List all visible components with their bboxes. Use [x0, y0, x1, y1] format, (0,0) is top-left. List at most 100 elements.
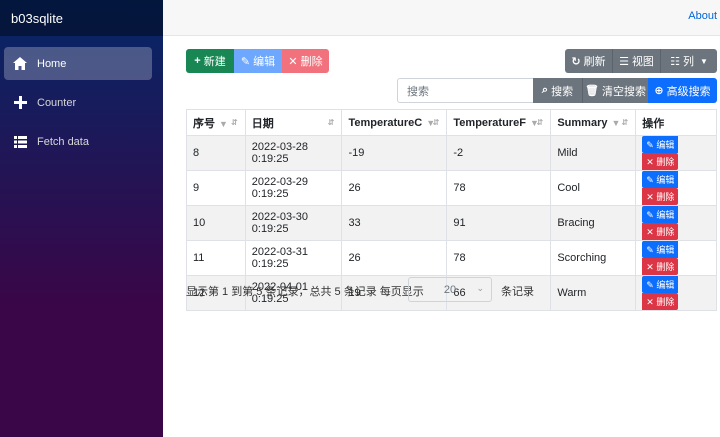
search-input[interactable]: 搜索 — [397, 78, 533, 103]
delete-button-label: 删除 — [301, 53, 323, 69]
refresh-button[interactable]: ↻刷新 — [565, 49, 613, 73]
row-edit-button[interactable]: ✎ 编辑 — [642, 241, 678, 258]
row-delete-button[interactable]: ✕ 删除 — [642, 258, 678, 275]
chevron-down-icon: ⌄ — [476, 283, 484, 294]
zoom-icon: ⊕ — [654, 84, 663, 97]
table-row[interactable]: 8 2022-03-28 0:19:25 -19 -2 Mild ✎ 编辑✕ 删… — [187, 136, 717, 171]
plus-icon — [13, 96, 27, 110]
row-delete-label: 删除 — [656, 297, 674, 307]
cell-date: 2022-03-29 0:19:25 — [245, 171, 342, 206]
sidebar: b03sqlite Home Counter Fetch data — [0, 0, 163, 437]
header-temperature-f[interactable]: TemperatureF▼⇵ — [447, 110, 551, 136]
page-size-select[interactable]: 20 ⌄ — [408, 277, 492, 302]
about-link[interactable]: About — [688, 10, 717, 22]
header-label: TemperatureF — [453, 117, 526, 129]
brand-title[interactable]: b03sqlite — [0, 0, 163, 36]
top-bar: About — [163, 0, 720, 36]
filter-icon[interactable]: ▼ — [611, 118, 620, 128]
cell-temperature-c: 26 — [342, 241, 447, 276]
menu-icon: ☰ — [619, 55, 629, 68]
row-edit-button[interactable]: ✎ 编辑 — [642, 136, 678, 153]
advanced-search-button-label: 高级搜索 — [667, 83, 711, 99]
home-icon — [13, 57, 27, 71]
close-icon: ✕ — [288, 55, 297, 68]
cell-summary: Scorching — [551, 241, 636, 276]
row-edit-label: 编辑 — [656, 210, 674, 220]
new-button-label: 新建 — [204, 53, 226, 69]
row-delete-label: 删除 — [656, 262, 674, 272]
row-edit-button[interactable]: ✎ 编辑 — [642, 206, 678, 223]
sidebar-item-counter[interactable]: Counter — [4, 86, 152, 119]
row-delete-button[interactable]: ✕ 删除 — [642, 293, 678, 310]
row-edit-label: 编辑 — [656, 175, 674, 185]
header-actions: 操作 — [636, 110, 717, 136]
table-row[interactable]: 11 2022-03-31 0:19:25 26 78 Scorching ✎ … — [187, 241, 717, 276]
cell-actions: ✎ 编辑✕ 删除 — [636, 206, 717, 241]
header-label: TemperatureC — [348, 117, 422, 129]
sort-icon[interactable]: ⇵ — [622, 118, 630, 127]
cell-summary: Cool — [551, 171, 636, 206]
cell-temperature-c: 33 — [342, 206, 447, 241]
cell-temperature-f: -2 — [447, 136, 551, 171]
columns-dropdown[interactable]: ☷列 ▼ — [661, 49, 717, 73]
view-button[interactable]: ☰视图 — [613, 49, 661, 73]
table-row[interactable]: 10 2022-03-30 0:19:25 33 91 Bracing ✎ 编辑… — [187, 206, 717, 241]
sort-icon[interactable]: ⇵ — [537, 118, 545, 127]
sort-icon[interactable]: ⇵ — [328, 118, 336, 127]
row-delete-button[interactable]: ✕ 删除 — [642, 223, 678, 240]
edit-button-label: 编辑 — [253, 53, 275, 69]
trash-icon: 🗑 — [585, 84, 599, 97]
row-edit-label: 编辑 — [656, 280, 674, 290]
row-delete-label: 删除 — [656, 192, 674, 202]
header-summary[interactable]: Summary ▼⇵ — [551, 110, 636, 136]
cell-temperature-f: 78 — [447, 171, 551, 206]
sidebar-item-fetch-data[interactable]: Fetch data — [4, 125, 152, 158]
edit-button[interactable]: ✎编辑 — [234, 49, 282, 73]
advanced-search-button[interactable]: ⊕ 高级搜索 — [648, 78, 717, 103]
row-delete-button[interactable]: ✕ 删除 — [642, 153, 678, 170]
cell-temperature-c: -19 — [342, 136, 447, 171]
columns-dropdown-label: 列 — [683, 53, 694, 69]
row-edit-label: 编辑 — [656, 245, 674, 255]
sort-icon[interactable]: ⇵ — [231, 118, 239, 127]
cell-actions: ✎ 编辑✕ 删除 — [636, 136, 717, 171]
header-label: 操作 — [642, 118, 664, 130]
cell-id: 10 — [187, 206, 246, 241]
pencil-icon: ✎ — [241, 55, 250, 68]
cell-id: 11 — [187, 241, 246, 276]
refresh-button-label: 刷新 — [584, 53, 606, 69]
header-id[interactable]: 序号▼⇵ — [187, 110, 246, 136]
view-button-label: 视图 — [632, 53, 654, 69]
clear-search-button[interactable]: 🗑清空搜索 — [583, 78, 648, 103]
search-button[interactable]: ⌕搜索 — [533, 78, 583, 103]
header-date[interactable]: 日期 ⇵ — [245, 110, 342, 136]
header-label: Summary — [557, 117, 607, 129]
cell-actions: ✎ 编辑✕ 删除 — [636, 276, 717, 311]
cell-date: 2022-03-31 0:19:25 — [245, 241, 342, 276]
row-edit-button[interactable]: ✎ 编辑 — [642, 171, 678, 188]
cell-id: 8 — [187, 136, 246, 171]
caret-down-icon: ▼ — [700, 57, 708, 66]
cell-actions: ✎ 编辑✕ 删除 — [636, 171, 717, 206]
row-delete-button[interactable]: ✕ 删除 — [642, 188, 678, 205]
sort-icon[interactable]: ⇵ — [433, 118, 441, 127]
columns-icon: ☷ — [670, 55, 680, 68]
row-edit-button[interactable]: ✎ 编辑 — [642, 276, 678, 293]
filter-icon[interactable]: ▼ — [219, 119, 228, 129]
sidebar-nav: Home Counter Fetch data — [0, 36, 163, 158]
cell-temperature-c: 26 — [342, 171, 447, 206]
sidebar-item-label: Counter — [37, 97, 76, 109]
cell-date: 2022-03-30 0:19:25 — [245, 206, 342, 241]
new-button[interactable]: +新建 — [186, 49, 234, 73]
search-button-label: 搜索 — [551, 83, 573, 99]
cell-temperature-f: 78 — [447, 241, 551, 276]
cell-summary: Bracing — [551, 206, 636, 241]
header-temperature-c[interactable]: TemperatureC▼⇵ — [342, 110, 447, 136]
pagination-summary: 显示第 1 到第 5 条记录，总共 5 条记录 每页显示 — [186, 283, 424, 299]
header-label: 日期 — [252, 118, 274, 130]
sidebar-item-label: Fetch data — [37, 136, 89, 148]
cell-temperature-f: 91 — [447, 206, 551, 241]
delete-button[interactable]: ✕ 删除 — [282, 49, 329, 73]
sidebar-item-home[interactable]: Home — [4, 47, 152, 80]
table-row[interactable]: 9 2022-03-29 0:19:25 26 78 Cool ✎ 编辑✕ 删除 — [187, 171, 717, 206]
